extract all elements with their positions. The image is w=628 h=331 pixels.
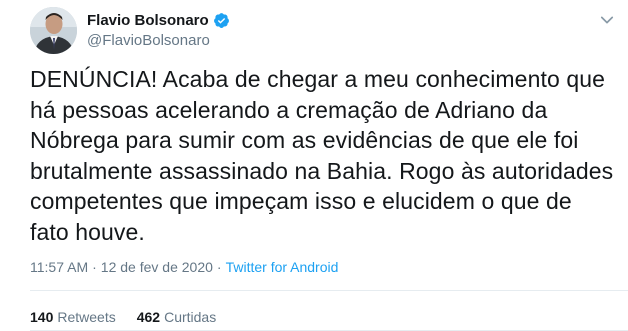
retweets-stat[interactable]: 140 Retweets [30,309,116,325]
tweet-source-link[interactable]: Twitter for Android [226,259,339,275]
tweet-text: DENÚNCIA! Acaba de chegar a meu conhecim… [30,66,614,245]
likes-stat[interactable]: 462 Curtidas [137,309,217,325]
tweet-date[interactable]: 12 de fev de 2020 [101,259,213,275]
verified-badge-icon [213,13,229,28]
divider [30,290,628,291]
meta-separator: · [92,259,97,275]
likes-label: Curtidas [164,309,217,325]
retweets-count: 140 [30,309,54,325]
retweets-label: Retweets [57,309,116,325]
username[interactable]: @FlavioBolsonaro [87,32,230,49]
tweet-meta: 11:57 AM · 12 de fev de 2020 · Twitter f… [30,259,338,275]
author-names: Flavio Bolsonaro @FlavioBolsonaro [87,10,230,49]
display-name[interactable]: Flavio Bolsonaro [87,12,209,29]
tweet-time[interactable]: 11:57 AM [30,259,88,275]
tweet-card: Flavio Bolsonaro @FlavioBolsonaro DENÚNC… [0,0,628,331]
meta-separator: · [216,259,222,275]
tweet-header: Flavio Bolsonaro @FlavioBolsonaro [30,7,620,57]
likes-count: 462 [136,309,161,325]
tweet-stats: 140 Retweets 462 Curtidas [30,309,216,325]
chevron-down-icon[interactable] [598,11,616,29]
avatar-image [30,7,77,54]
display-name-row: Flavio Bolsonaro [87,10,230,31]
avatar[interactable] [30,7,77,54]
